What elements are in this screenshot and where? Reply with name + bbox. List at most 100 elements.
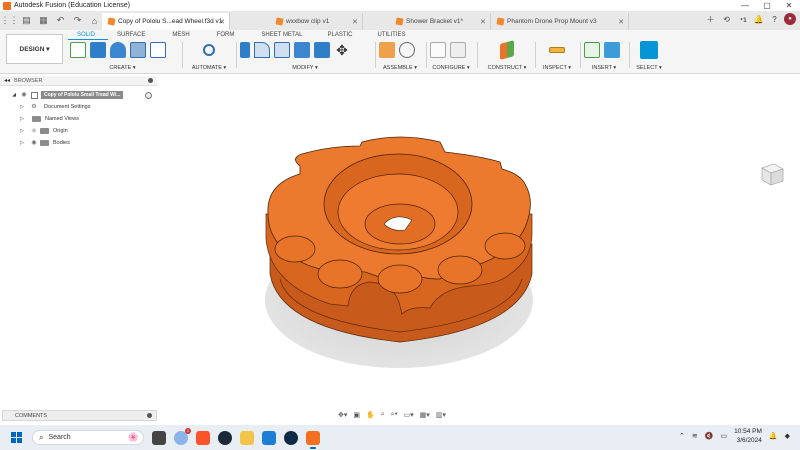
tab-plastic[interactable]: PLASTIC <box>316 31 366 40</box>
tab-close-icon[interactable]: ✕ <box>219 18 225 26</box>
insert-canvas-icon[interactable] <box>604 42 620 58</box>
job-status-icon[interactable]: ◔1 <box>736 13 749 27</box>
close-button[interactable]: ✕ <box>778 0 800 11</box>
save-icon[interactable]: ▦ <box>36 13 51 28</box>
windows-start-icon[interactable] <box>11 432 22 443</box>
tab-shower-bracket[interactable]: Shower Bracket v1* ✕ <box>363 13 491 30</box>
maximize-button[interactable]: ▢ <box>756 0 778 11</box>
task-view-icon[interactable] <box>152 430 166 445</box>
tree-item-bodies[interactable]: ▷ ◉ Bodies <box>0 137 157 149</box>
create-sketch-icon[interactable] <box>70 42 86 58</box>
insert-menu[interactable]: INSERT ▾ <box>584 65 624 71</box>
panel-options-icon[interactable] <box>148 78 153 83</box>
modify-menu[interactable]: MODIFY ▾ <box>240 65 370 71</box>
revolve-icon[interactable] <box>110 42 126 58</box>
tab-utilities[interactable]: UTILITIES <box>366 31 419 40</box>
visibility-eye-icon[interactable]: ◉ <box>20 92 28 98</box>
tab-wxxbow-clip[interactable]: wxxbow clip v1 ✕ <box>230 13 363 30</box>
clock[interactable]: 10:54 PM 3/6/2024 <box>734 427 762 445</box>
chevron-up-icon[interactable]: ⌃ <box>679 432 685 440</box>
viewports-icon[interactable]: ▥▾ <box>436 411 446 419</box>
workspace-switcher-button[interactable]: DESIGN ▾ <box>6 34 63 64</box>
measure-icon[interactable] <box>549 47 565 53</box>
tree-item-origin[interactable]: ▷ ◉ Origin <box>0 125 157 137</box>
tab-pololu-wheel[interactable]: Copy of Pololu S...ead Wheel.f3d v1 ✕ <box>102 13 230 30</box>
comments-panel[interactable]: COMMENTS <box>2 410 157 421</box>
zoom-icon[interactable]: ⌕ <box>381 411 385 419</box>
notifications-icon[interactable]: 🔔 <box>752 13 765 27</box>
extrude-icon[interactable] <box>90 42 106 58</box>
press-pull-icon[interactable] <box>240 42 250 58</box>
browser-panel-header[interactable]: ◂◂ BROWSER <box>0 76 157 86</box>
automate-menu[interactable]: AUTOMATE ▾ <box>188 65 230 71</box>
copilot-icon[interactable]: ◆ <box>785 432 790 440</box>
weather-icon[interactable]: 1 <box>174 427 191 445</box>
collapse-caret-icon[interactable]: ◢ <box>10 92 18 98</box>
automate-icon[interactable] <box>203 44 215 56</box>
tab-close-icon[interactable]: ✕ <box>352 18 358 26</box>
notification-bell-icon[interactable]: 🔔 <box>769 432 778 440</box>
activate-component-icon[interactable] <box>145 91 152 99</box>
visibility-eye-icon[interactable]: ◉ <box>30 140 38 146</box>
help-icon[interactable]: ? <box>768 13 781 27</box>
canva-icon[interactable] <box>262 430 276 445</box>
offset-plane-icon[interactable] <box>500 40 514 60</box>
apps-grid-icon[interactable]: ⋮⋮ <box>1 13 19 28</box>
display-settings-icon[interactable]: ▭▾ <box>404 411 414 419</box>
hole-icon[interactable] <box>130 42 146 58</box>
grid-settings-icon[interactable]: ▦▾ <box>420 411 430 419</box>
file-menu-icon[interactable]: ▤ <box>19 13 34 28</box>
tab-close-icon[interactable]: ✕ <box>480 18 486 26</box>
orbit-icon[interactable]: ✥▾ <box>338 411 347 419</box>
battery-icon[interactable]: ▭ <box>720 432 727 440</box>
pan-icon[interactable]: ✋ <box>366 411 375 419</box>
expand-caret-icon[interactable]: ▷ <box>18 116 26 122</box>
tab-sheet-metal[interactable]: SHEET METAL <box>247 31 315 40</box>
fillet-icon[interactable] <box>254 42 270 58</box>
redo-icon[interactable]: ↷ <box>70 13 85 28</box>
insert-derive-icon[interactable] <box>584 42 600 58</box>
extensions-icon[interactable]: ⟲ <box>720 13 733 27</box>
tab-surface[interactable]: SURFACE <box>108 31 158 40</box>
brave-browser-icon[interactable] <box>196 430 210 445</box>
wifi-icon[interactable]: ≋ <box>692 432 698 440</box>
new-component-icon[interactable] <box>379 42 395 58</box>
view-cube[interactable] <box>756 158 786 188</box>
tree-item-named-views[interactable]: ▷ Named Views <box>0 113 157 125</box>
chamfer-icon[interactable] <box>274 42 290 58</box>
create-menu[interactable]: CREATE ▾ <box>70 65 175 71</box>
rectangular-pattern-icon[interactable] <box>150 42 166 58</box>
home-icon[interactable]: ⌂ <box>87 13 102 28</box>
move-icon[interactable]: ✥ <box>334 42 350 58</box>
expand-caret-icon[interactable]: ▷ <box>18 128 26 134</box>
configure-menu[interactable]: CONFIGURE ▾ <box>430 65 472 71</box>
tab-solid[interactable]: SOLID <box>68 31 109 40</box>
tree-root[interactable]: ◢ ◉ Copy of Pololu Small Tread Wi... <box>0 89 157 101</box>
fusion-taskbar-icon[interactable] <box>306 430 320 449</box>
configure-table-icon[interactable] <box>430 42 446 58</box>
look-at-icon[interactable]: ▣ <box>353 411 360 419</box>
assemble-menu[interactable]: ASSEMBLE ▾ <box>379 65 421 71</box>
construct-menu[interactable]: CONSTRUCT ▾ <box>484 65 530 71</box>
speaker-muted-icon[interactable]: 🔇 <box>705 432 714 440</box>
shell-icon[interactable] <box>294 42 310 58</box>
profile-avatar[interactable]: ● <box>784 13 796 25</box>
expand-caret-icon[interactable]: ▷ <box>18 140 26 146</box>
app-circle-icon[interactable] <box>284 430 298 445</box>
collapse-panel-icon[interactable]: ◂◂ <box>4 77 10 84</box>
tab-form[interactable]: FORM <box>203 31 248 40</box>
fit-icon[interactable]: ⌕▾ <box>391 411 398 419</box>
expand-caret-icon[interactable]: ▷ <box>18 104 26 110</box>
configure-rules-icon[interactable] <box>450 42 466 58</box>
undo-icon[interactable]: ↶ <box>53 13 68 28</box>
steam-icon[interactable] <box>218 430 232 445</box>
select-cursor-icon[interactable] <box>640 41 658 59</box>
select-menu[interactable]: SELECT ▾ <box>633 65 665 71</box>
hidden-eye-icon[interactable]: ◉ <box>30 128 38 134</box>
taskbar-search[interactable]: ⌕ Search 🌸 <box>32 430 144 445</box>
minimize-button[interactable]: — <box>734 0 756 11</box>
new-tab-icon[interactable]: ＋ <box>704 13 717 27</box>
comments-options-icon[interactable] <box>147 413 152 418</box>
tab-mesh[interactable]: MESH <box>158 31 202 40</box>
combine-icon[interactable] <box>314 42 330 58</box>
